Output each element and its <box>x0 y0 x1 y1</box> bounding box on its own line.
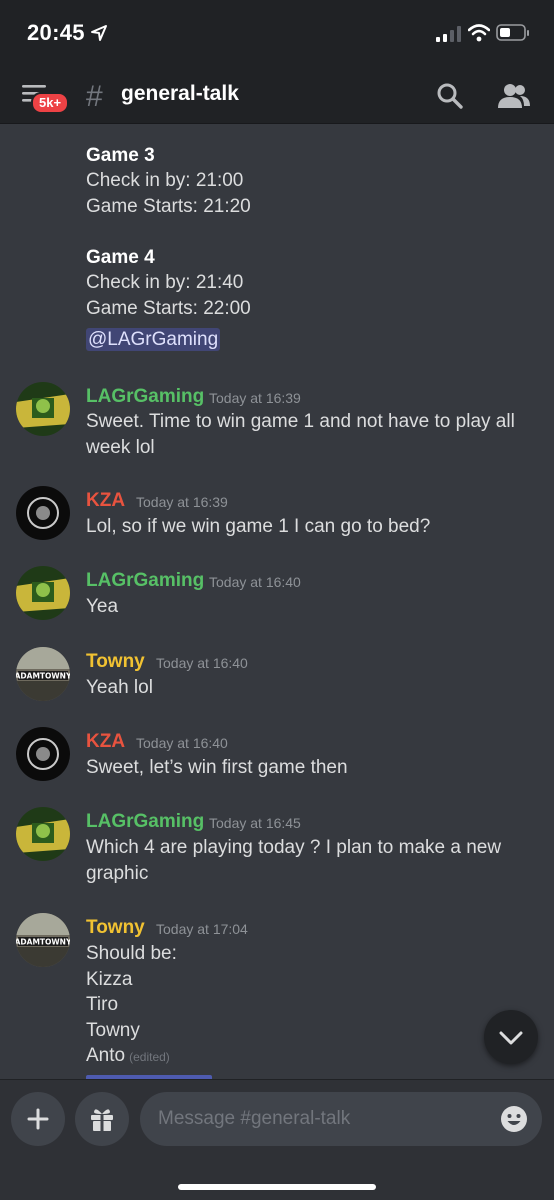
timestamp: Today at 17:04 <box>156 921 248 937</box>
channel-header: 5k+ # general-talk <box>0 68 554 124</box>
username[interactable]: KZA <box>86 490 125 512</box>
gift-button[interactable] <box>75 1092 129 1146</box>
avatar[interactable] <box>16 382 70 436</box>
wifi-icon <box>467 24 491 47</box>
avatar[interactable]: ADAMTOWNY <box>16 913 70 967</box>
signal-icon <box>436 26 462 47</box>
pinned-game4-checkin: Check in by: 21:40 <box>86 272 244 293</box>
timestamp: Today at 16:45 <box>209 815 301 831</box>
chevron-down-icon <box>499 1031 523 1045</box>
timestamp: Today at 16:40 <box>209 574 301 590</box>
avatar[interactable] <box>16 486 70 540</box>
message-text: Lol, so if we win game 1 I can go to bed… <box>86 516 431 537</box>
jump-to-bottom-button[interactable] <box>484 1010 538 1064</box>
channel-title[interactable]: general-talk <box>121 82 239 106</box>
location-arrow-icon <box>90 24 108 47</box>
pinned-game4-start: Game Starts: 22:00 <box>86 298 251 319</box>
pinned-game4-title: Game 4 <box>86 247 155 268</box>
message-text: Kizza <box>86 969 133 990</box>
members-button[interactable] <box>498 82 530 115</box>
mention-badge: 5k+ <box>31 92 70 114</box>
message-text: Sweet, let’s win first game then <box>86 757 348 778</box>
home-indicator <box>178 1184 376 1190</box>
message-input[interactable]: Message #general-talk <box>140 1092 542 1146</box>
timestamp: Today at 16:40 <box>156 655 248 671</box>
svg-text:ADAMTOWNY: ADAMTOWNY <box>16 672 70 681</box>
message-text: week lol <box>86 437 155 458</box>
pinned-game3-title: Game 3 <box>86 145 155 166</box>
members-icon <box>498 84 530 108</box>
svg-text:ADAMTOWNY: ADAMTOWNY <box>16 938 70 947</box>
avatar[interactable] <box>16 807 70 861</box>
timestamp: Today at 16:40 <box>136 735 228 751</box>
username[interactable]: Towny <box>86 917 145 939</box>
hash-icon: # <box>86 80 103 113</box>
username[interactable]: KZA <box>86 731 125 753</box>
username[interactable]: LAGrGaming <box>86 386 204 408</box>
avatar[interactable]: ADAMTOWNY <box>16 647 70 701</box>
user-mention[interactable]: @LAGrGaming <box>86 328 221 351</box>
message-text: Which 4 are playing today ? I plan to ma… <box>86 837 502 858</box>
message-composer: Message #general-talk <box>0 1079 554 1200</box>
message-text: Sweet. Time to win game 1 and not have t… <box>86 411 515 432</box>
message-list[interactable]: Game 3 Check in by: 21:00 Game Starts: 2… <box>0 124 554 1079</box>
message-text: Anto <box>86 1045 126 1066</box>
message-text: Tiro <box>86 994 119 1015</box>
timestamp: Today at 16:39 <box>209 390 301 406</box>
emoji-icon <box>501 1106 527 1132</box>
username[interactable]: LAGrGaming <box>86 570 204 592</box>
message-text: Yeah lol <box>86 677 153 698</box>
search-button[interactable] <box>436 82 464 115</box>
add-attachment-button[interactable] <box>11 1092 65 1146</box>
gift-icon <box>91 1109 113 1131</box>
avatar[interactable] <box>16 727 70 781</box>
pinned-game3-start: Game Starts: 21:20 <box>86 196 251 217</box>
username[interactable]: Towny <box>86 651 145 673</box>
status-bar: 20:45 <box>0 0 554 68</box>
status-time: 20:45 <box>27 20 85 45</box>
plus-icon <box>27 1108 49 1130</box>
username[interactable]: LAGrGaming <box>86 811 204 833</box>
avatar[interactable] <box>16 566 70 620</box>
search-icon <box>437 83 463 109</box>
message-text: Yea <box>86 596 119 617</box>
message-text: Towny <box>86 1020 140 1041</box>
battery-icon <box>496 23 530 48</box>
emoji-button[interactable] <box>500 1105 528 1138</box>
message-text: Should be: <box>86 943 177 964</box>
edited-label: (edited) <box>129 1050 170 1064</box>
timestamp: Today at 16:39 <box>136 494 228 510</box>
message-placeholder: Message #general-talk <box>158 1108 351 1129</box>
pinned-game3-checkin: Check in by: 21:00 <box>86 170 244 191</box>
message-text: graphic <box>86 863 149 884</box>
